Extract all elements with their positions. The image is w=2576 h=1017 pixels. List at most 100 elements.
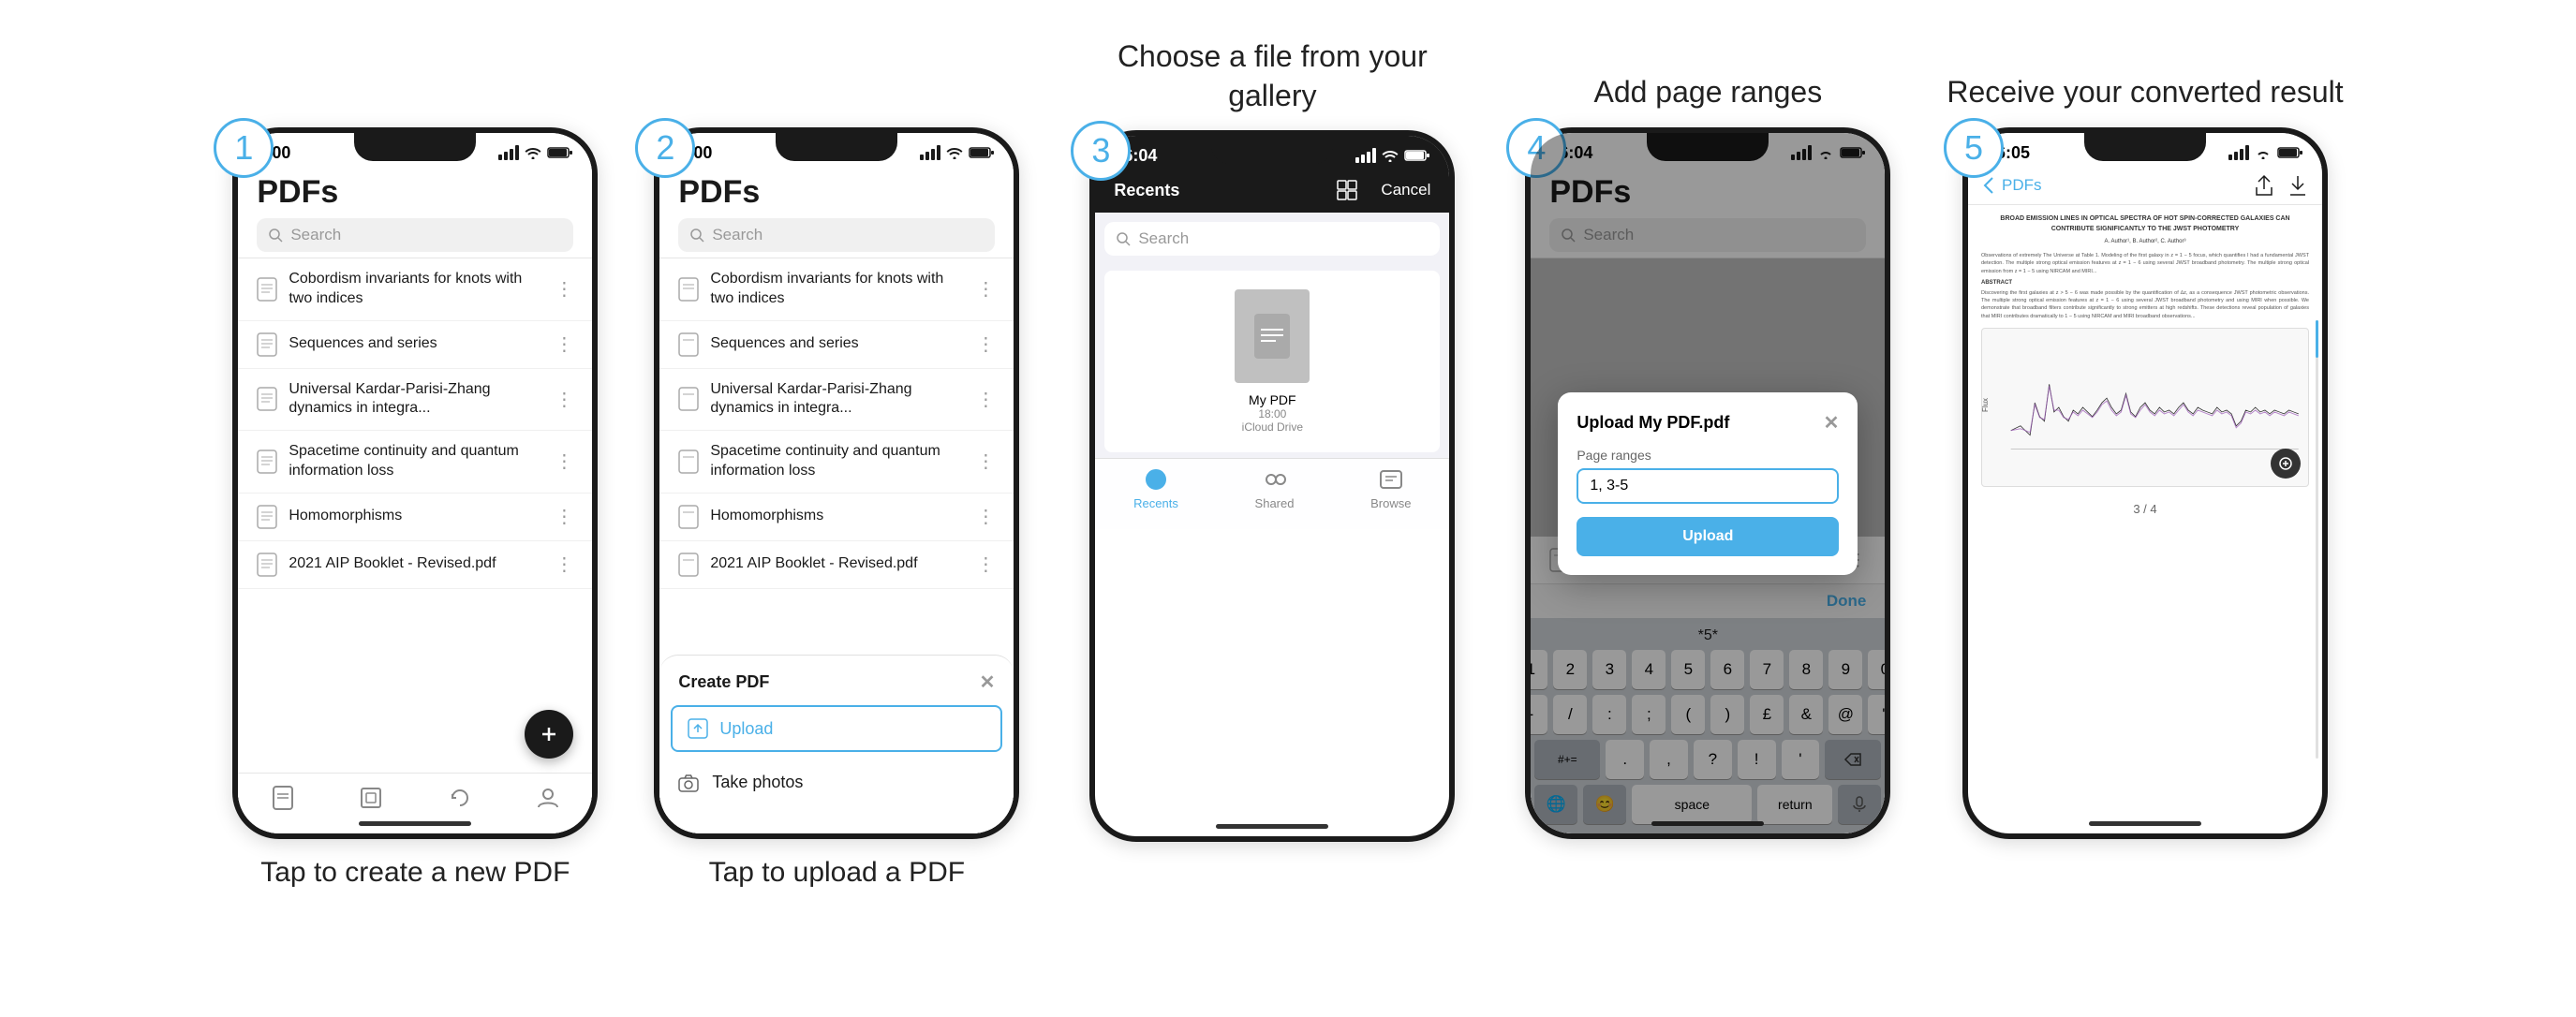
list-item[interactable]: Spacetime continuity and quantum informa… xyxy=(659,431,1014,494)
search-bar-1[interactable]: Search xyxy=(257,218,573,252)
signal-icon-3 xyxy=(1355,148,1376,163)
step-1: 1 9:00 xyxy=(232,37,598,891)
tab-scan[interactable] xyxy=(354,781,388,815)
signal-icon-2 xyxy=(920,145,940,160)
create-pdf-fab[interactable] xyxy=(525,710,573,759)
step-2: 2 9:00 xyxy=(654,37,1019,891)
page-ranges-input[interactable] xyxy=(1577,468,1839,504)
file-menu[interactable]: ⋮ xyxy=(555,450,573,473)
list-item[interactable]: Universal Kardar-Parisi-Zhang dynamics i… xyxy=(659,369,1014,432)
file-menu[interactable]: ⋮ xyxy=(976,553,995,576)
step-5-label-top: Receive your converted result xyxy=(1947,37,2343,112)
app-title-2: PDFs xyxy=(678,174,995,211)
file-icon xyxy=(257,387,277,411)
tab-shared[interactable]: Shared xyxy=(1255,466,1295,510)
file-menu[interactable]: ⋮ xyxy=(555,505,573,528)
file-menu[interactable]: ⋮ xyxy=(976,332,995,356)
modal-upload-button[interactable]: Upload xyxy=(1577,517,1839,556)
search-icon-1 xyxy=(268,228,283,243)
upload-label: Upload xyxy=(719,719,773,739)
upload-button[interactable]: Upload xyxy=(671,705,1002,752)
take-photos-button[interactable]: Take photos xyxy=(659,759,1014,805)
wifi-icon-5 xyxy=(2255,146,2272,159)
file-menu[interactable]: ⋮ xyxy=(555,388,573,411)
list-item[interactable]: Homomorphisms ⋮ xyxy=(238,494,592,541)
sheet-title-2: Create PDF ✕ xyxy=(659,671,1014,705)
tab-recents[interactable]: Recents xyxy=(1133,466,1178,510)
file-name: Universal Kardar-Parisi-Zhang dynamics i… xyxy=(289,380,543,420)
chart-svg: Flux xyxy=(1982,329,2308,486)
list-item[interactable]: 2021 AIP Booklet - Revised.pdf ⋮ xyxy=(238,541,592,589)
file-icon xyxy=(678,277,699,302)
app-header-1: PDFs Search xyxy=(238,167,592,258)
list-item[interactable]: Homomorphisms ⋮ xyxy=(659,494,1014,541)
close-sheet-button[interactable]: ✕ xyxy=(980,671,996,694)
file-icon xyxy=(678,387,699,411)
cancel-button-3[interactable]: Cancel xyxy=(1381,181,1430,199)
home-indicator-5 xyxy=(2089,821,2201,826)
file-name: Cobordism invariants for knots with two … xyxy=(289,270,543,309)
app-content-1: PDFs Search Cobordism invariants for kno… xyxy=(238,167,592,833)
file-icon xyxy=(257,450,277,474)
modal-close-button[interactable]: ✕ xyxy=(1824,411,1840,435)
home-indicator xyxy=(359,821,471,826)
scrollbar-track xyxy=(2316,320,2318,496)
picker-header: Recents Cancel xyxy=(1095,170,1449,213)
file-icon xyxy=(678,505,699,529)
file-menu[interactable]: ⋮ xyxy=(555,332,573,356)
create-pdf-sheet: Create PDF ✕ Upload Take photos xyxy=(659,655,1014,833)
scrollbar-thumb[interactable] xyxy=(2316,320,2318,358)
result-header-5: PDFs xyxy=(1968,167,2322,205)
file-icon xyxy=(678,450,699,474)
list-item[interactable]: Cobordism invariants for knots with two … xyxy=(238,258,592,321)
list-item[interactable]: Sequences and series ⋮ xyxy=(659,321,1014,369)
notch-2 xyxy=(776,133,897,161)
battery-icon-3 xyxy=(1404,149,1430,162)
modal-title: Upload My PDF.pdf ✕ xyxy=(1577,411,1839,435)
file-name: 2021 AIP Booklet - Revised.pdf xyxy=(710,554,965,574)
search-bar-2[interactable]: Search xyxy=(678,218,995,252)
step-3-phone: 16:04 Recents xyxy=(1089,130,1455,842)
app-header-2: PDFs Search xyxy=(659,167,1014,258)
recents-label: Recents xyxy=(1114,181,1179,200)
list-item[interactable]: Universal Kardar-Parisi-Zhang dynamics i… xyxy=(238,369,592,432)
list-item[interactable]: Sequences and series ⋮ xyxy=(238,321,592,369)
steps-container: 1 9:00 xyxy=(37,19,2539,909)
share-icon[interactable] xyxy=(2255,174,2273,197)
upload-modal-overlay: Upload My PDF.pdf ✕ Page ranges Upload xyxy=(1531,133,1885,833)
picker-file-item[interactable]: My PDF 18:00 iCloud Drive xyxy=(1104,271,1440,452)
step-5-phone-wrapper: 5 16:05 xyxy=(1962,127,2328,839)
tab-profile[interactable] xyxy=(531,781,565,815)
list-item[interactable]: Cobordism invariants for knots with two … xyxy=(659,258,1014,321)
notch xyxy=(354,133,476,161)
file-menu[interactable]: ⋮ xyxy=(976,388,995,411)
tab-browse[interactable]: Browse xyxy=(1370,466,1411,510)
back-icon xyxy=(1983,176,1994,195)
tab-docs[interactable] xyxy=(266,781,300,815)
step-1-number: 1 xyxy=(214,118,274,178)
picker-file-name: My PDF xyxy=(1242,392,1303,407)
picker-content: Search My PDF 18:00 iCloud Drive xyxy=(1095,213,1449,529)
result-actions xyxy=(2255,174,2307,197)
step-5-phone: 16:05 xyxy=(1962,127,2328,839)
signal-icon xyxy=(498,145,519,160)
picker-search-3[interactable]: Search xyxy=(1104,222,1440,256)
list-item[interactable]: 2021 AIP Booklet - Revised.pdf ⋮ xyxy=(659,541,1014,589)
app-content-2: PDFs Search Cobordism invariants for kno… xyxy=(659,167,1014,833)
file-menu[interactable]: ⋮ xyxy=(555,553,573,576)
chart-action-button[interactable] xyxy=(2271,449,2301,479)
step-4-label-top: Add page ranges xyxy=(1593,37,1822,112)
status-icons-3 xyxy=(1355,148,1430,163)
file-menu[interactable]: ⋮ xyxy=(976,277,995,301)
file-menu[interactable]: ⋮ xyxy=(976,450,995,473)
file-menu[interactable]: ⋮ xyxy=(976,505,995,528)
grid-icon[interactable] xyxy=(1336,179,1358,201)
list-item[interactable]: Spacetime continuity and quantum informa… xyxy=(238,431,592,494)
signal-icon-5 xyxy=(2228,145,2249,160)
file-menu[interactable]: ⋮ xyxy=(555,277,573,301)
download-icon[interactable] xyxy=(2288,174,2307,197)
tab-convert[interactable] xyxy=(443,781,477,815)
picker-actions: Cancel xyxy=(1336,179,1430,201)
back-nav[interactable]: PDFs xyxy=(1983,176,2042,195)
file-name: Homomorphisms xyxy=(289,507,543,526)
